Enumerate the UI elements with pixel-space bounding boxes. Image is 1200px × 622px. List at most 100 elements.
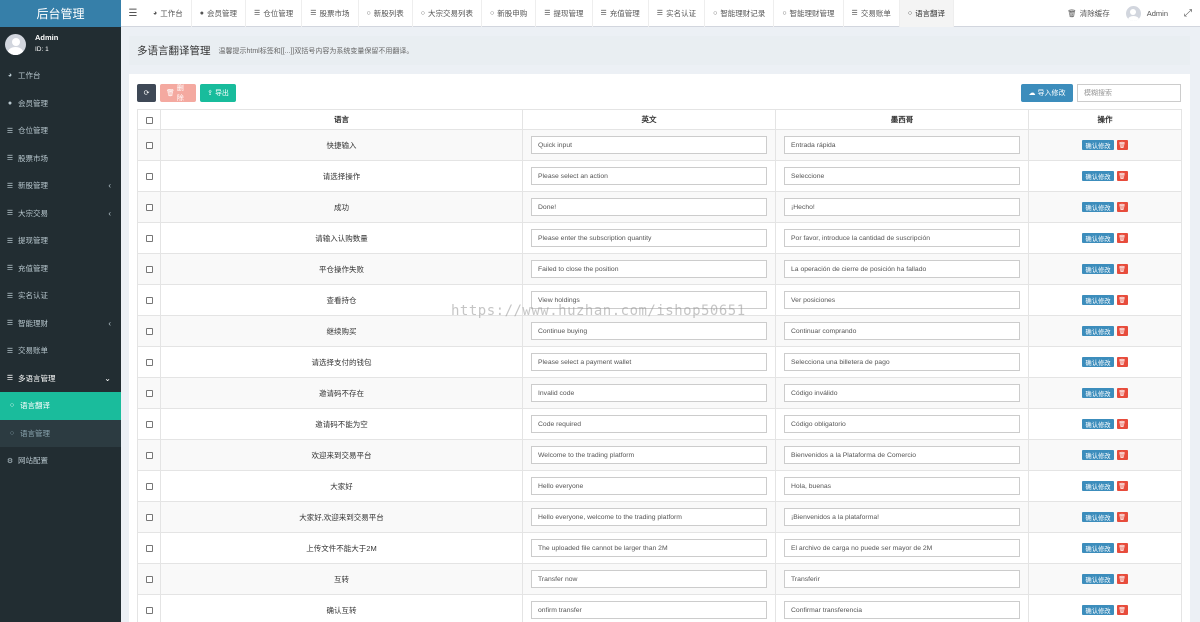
delete-row-button[interactable]: 🗑 (1116, 357, 1128, 367)
delete-row-button[interactable]: 🗑 (1116, 388, 1128, 398)
confirm-edit-button[interactable]: 确认修改 (1082, 574, 1114, 584)
row-checkbox[interactable] (145, 421, 153, 429)
sidebar-item-smart-finance[interactable]: ☰ 智能理财 ‹ (0, 310, 121, 338)
tab-kyc[interactable]: ☰ 实名认证 (649, 0, 706, 27)
row-checkbox[interactable] (145, 204, 153, 212)
confirm-edit-button[interactable]: 确认修改 (1082, 233, 1114, 243)
row-checkbox[interactable] (145, 576, 153, 584)
confirm-edit-button[interactable]: 确认修改 (1082, 140, 1114, 150)
tab-smart-finance-management[interactable]: ○ 智能理财管理 (774, 0, 844, 27)
tab-positions[interactable]: ☰ 仓位管理 (246, 0, 303, 27)
tab-block-trade-list[interactable]: ○ 大宗交易列表 (413, 0, 482, 27)
confirm-edit-button[interactable]: 确认修改 (1082, 264, 1114, 274)
tab-deposits[interactable]: ☰ 充值管理 (593, 0, 649, 27)
en-input[interactable]: View holdings (531, 291, 767, 309)
en-input[interactable]: Please enter the subscription quantity (531, 229, 767, 247)
sidebar-item-lang-management[interactable]: ○ 语言管理 (0, 419, 121, 447)
mx-input[interactable]: Transferir (784, 570, 1020, 588)
en-input[interactable]: Failed to close the position (531, 260, 767, 278)
clear-cache-button[interactable]: 🗑 清除缓存 (1059, 8, 1118, 19)
sidebar-item-dashboard[interactable]: ◕ 工作台 (0, 62, 121, 90)
delete-row-button[interactable]: 🗑 (1116, 326, 1128, 336)
confirm-edit-button[interactable]: 确认修改 (1082, 419, 1114, 429)
tab-members[interactable]: ● 会员管理 (192, 0, 246, 27)
sidebar-item-kyc[interactable]: ☰ 实名认证 (0, 282, 121, 310)
confirm-edit-button[interactable]: 确认修改 (1082, 512, 1114, 522)
delete-row-button[interactable]: 🗑 (1116, 233, 1128, 243)
delete-row-button[interactable]: 🗑 (1116, 202, 1128, 212)
confirm-edit-button[interactable]: 确认修改 (1082, 357, 1114, 367)
tab-withdrawals[interactable]: ☰ 提现管理 (536, 0, 593, 27)
row-checkbox[interactable] (145, 607, 153, 615)
mx-input[interactable]: La operación de cierre de posición ha fa… (784, 260, 1020, 278)
en-input[interactable]: Please select an action (531, 167, 767, 185)
delete-row-button[interactable]: 🗑 (1116, 140, 1128, 150)
delete-row-button[interactable]: 🗑 (1116, 419, 1128, 429)
sidebar-item-withdrawals[interactable]: ☰ 提现管理 (0, 227, 121, 255)
delete-row-button[interactable]: 🗑 (1116, 295, 1128, 305)
sidebar-item-trade-bills[interactable]: ☰ 交易账单 (0, 337, 121, 365)
sidebar-item-site-config[interactable]: ⚙ 网站配置 (0, 447, 121, 475)
delete-row-button[interactable]: 🗑 (1116, 450, 1128, 460)
column-header-mx[interactable]: 墨西哥 (775, 109, 1029, 130)
en-input[interactable]: Transfer now (531, 570, 767, 588)
row-checkbox[interactable] (145, 452, 153, 460)
confirm-edit-button[interactable]: 确认修改 (1082, 543, 1114, 553)
row-checkbox[interactable] (145, 390, 153, 398)
mx-input[interactable]: Confirmar transferencia (784, 601, 1020, 619)
en-input[interactable]: Quick input (531, 136, 767, 154)
refresh-button[interactable]: ⟳ (137, 84, 156, 102)
app-title[interactable]: 后台管理 (0, 0, 121, 27)
en-input[interactable]: Hello everyone, welcome to the trading p… (531, 508, 767, 526)
mx-input[interactable]: Código obligatorio (784, 415, 1020, 433)
tab-new-stock-list[interactable]: ○ 新股列表 (359, 0, 413, 27)
row-checkbox[interactable] (145, 359, 153, 367)
confirm-edit-button[interactable]: 确认修改 (1082, 605, 1114, 615)
user-menu[interactable]: Admin (1118, 6, 1176, 21)
row-checkbox[interactable] (145, 514, 153, 522)
mx-input[interactable]: ¡Bienvenidos a la plataforma! (784, 508, 1020, 526)
select-all-checkbox[interactable] (145, 116, 153, 124)
row-checkbox[interactable] (145, 142, 153, 150)
tab-stock-market[interactable]: ☰ 股票市场 (302, 0, 359, 27)
confirm-edit-button[interactable]: 确认修改 (1082, 450, 1114, 460)
row-checkbox[interactable] (145, 235, 153, 243)
tab-dashboard[interactable]: ◕ 工作台 (145, 0, 192, 27)
sidebar-item-new-stocks[interactable]: ☰ 新股管理 ‹ (0, 172, 121, 200)
delete-row-button[interactable]: 🗑 (1116, 605, 1128, 615)
confirm-edit-button[interactable]: 确认修改 (1082, 295, 1114, 305)
mx-input[interactable]: Por favor, introduce la cantidad de susc… (784, 229, 1020, 247)
confirm-edit-button[interactable]: 确认修改 (1082, 481, 1114, 491)
delete-button[interactable]: 🗑 删除 (160, 84, 196, 102)
mx-input[interactable]: Bienvenidos a la Plataforma de Comercio (784, 446, 1020, 464)
tab-new-stock-subscription[interactable]: ○ 新股申购 (482, 0, 537, 27)
delete-row-button[interactable]: 🗑 (1116, 481, 1128, 491)
row-checkbox[interactable] (145, 173, 153, 181)
row-checkbox[interactable] (145, 328, 153, 336)
delete-row-button[interactable]: 🗑 (1116, 543, 1128, 553)
sidebar-item-stock-market[interactable]: ☰ 股票市场 (0, 145, 121, 173)
tab-smart-finance-records[interactable]: ○ 智能理财记录 (705, 0, 775, 27)
import-button[interactable]: ☁ 导入修改 (1021, 84, 1073, 102)
en-input[interactable]: Hello everyone (531, 477, 767, 495)
delete-row-button[interactable]: 🗑 (1116, 512, 1128, 522)
menu-toggle-icon[interactable]: ☰ (121, 8, 145, 19)
mx-input[interactable]: Seleccione (784, 167, 1020, 185)
en-input[interactable]: Code required (531, 415, 767, 433)
en-input[interactable]: onfirm transfer (531, 601, 767, 619)
mx-input[interactable]: Ver posiciones (784, 291, 1020, 309)
search-input[interactable]: 模糊搜索 (1077, 84, 1181, 102)
en-input[interactable]: Continue buying (531, 322, 767, 340)
mx-input[interactable]: Entrada rápida (784, 136, 1020, 154)
mx-input[interactable]: ¡Hecho! (784, 198, 1020, 216)
confirm-edit-button[interactable]: 确认修改 (1082, 202, 1114, 212)
delete-row-button[interactable]: 🗑 (1116, 574, 1128, 584)
sidebar-item-positions[interactable]: ☰ 仓位管理 (0, 117, 121, 145)
tab-trade-bills[interactable]: ☰ 交易账单 (844, 0, 900, 27)
sidebar-item-block-trades[interactable]: ☰ 大宗交易 ‹ (0, 200, 121, 228)
sidebar-item-members[interactable]: ● 会员管理 (0, 90, 121, 118)
row-checkbox[interactable] (145, 483, 153, 491)
tab-lang-translation[interactable]: ○ 语言翻译 (899, 0, 955, 27)
en-input[interactable]: Please select a payment wallet (531, 353, 767, 371)
sidebar-item-multilang[interactable]: ☰ 多语言管理 ⌄ (0, 365, 121, 393)
